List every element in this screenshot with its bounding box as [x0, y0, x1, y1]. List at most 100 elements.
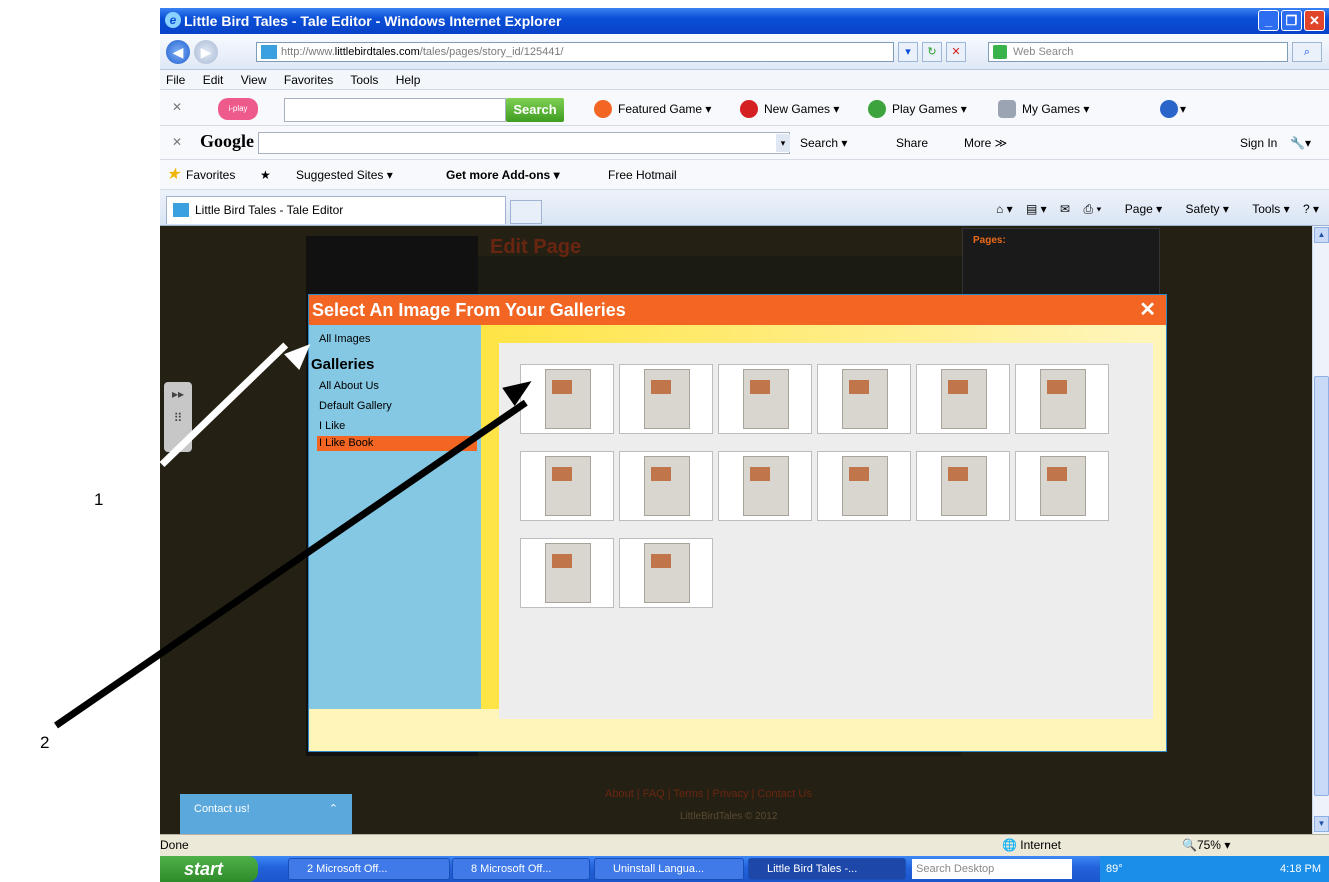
new-games-menu[interactable]: New Games ▾ [740, 100, 839, 118]
desktop-search-input[interactable]: Search Desktop [912, 859, 1072, 879]
scroll-thumb[interactable] [1314, 376, 1329, 796]
gallery-default[interactable]: Default Gallery [319, 400, 392, 412]
minimize-button[interactable]: _ [1258, 10, 1279, 31]
page-menu[interactable]: Page ▾ [1115, 202, 1162, 216]
address-dropdown-icon[interactable]: ▾ [898, 42, 918, 62]
get-addons-menu[interactable]: Get more Add-ons ▾ [446, 166, 560, 184]
modal-title: Select An Image From Your Galleries [312, 300, 626, 320]
star-badge-icon [594, 100, 612, 118]
iplay-search-input[interactable] [284, 98, 506, 122]
title-bar[interactable]: e Little Bird Tales - Tale Editor - Wind… [160, 8, 1329, 34]
stop-icon[interactable]: ✕ [946, 42, 966, 62]
gallery-image-thumbnail[interactable] [1015, 451, 1109, 521]
menu-favorites[interactable]: Favorites [284, 73, 333, 87]
sign-in-button[interactable]: Sign In [1240, 134, 1277, 152]
my-games-menu[interactable]: My Games ▾ [998, 100, 1089, 118]
forward-arrow-icon[interactable]: ▶ [194, 40, 218, 64]
tools-menu[interactable]: Tools ▾ [1242, 202, 1289, 216]
gallery-image-thumbnail[interactable] [817, 451, 911, 521]
play-games-menu[interactable]: Play Games ▾ [868, 100, 967, 118]
window-controls: _ ❐ ✕ [1258, 10, 1325, 31]
menu-view[interactable]: View [241, 73, 267, 87]
menu-tools[interactable]: Tools [350, 73, 378, 87]
gallery-image-thumbnail[interactable] [619, 538, 713, 608]
window-title: Little Bird Tales - Tale Editor - Window… [184, 13, 562, 29]
tab-little-bird-tales[interactable]: Little Bird Tales - Tale Editor [166, 196, 506, 224]
search-go-icon[interactable]: ⌕ [1292, 42, 1322, 62]
help-menu[interactable]: ▾ [1160, 100, 1186, 118]
zoom-control[interactable]: 🔍75% ▾ [1182, 835, 1230, 855]
help-circle-icon[interactable]: ? ▾ [1303, 202, 1319, 216]
drawing-mark [651, 467, 671, 481]
mail-icon[interactable]: ✉ [1060, 202, 1070, 216]
all-images-link[interactable]: All Images [319, 333, 370, 345]
gallery-image-thumbnail[interactable] [916, 364, 1010, 434]
address-input[interactable]: http://www.littlebirdtales.com/tales/pag… [256, 42, 894, 62]
gallery-image-thumbnail[interactable] [520, 451, 614, 521]
home-icon[interactable]: ⌂ ▾ [996, 202, 1013, 216]
contact-us-button[interactable]: Contact us! ⌃ [180, 794, 352, 834]
google-search-input[interactable] [258, 132, 790, 154]
modal-close-icon[interactable]: ✕ [1139, 295, 1156, 325]
safety-menu[interactable]: Safety ▾ [1176, 202, 1229, 216]
play-games-label: Play Games [892, 102, 958, 116]
gallery-image-thumbnail[interactable] [619, 451, 713, 521]
free-hotmail-label: Free Hotmail [608, 168, 677, 182]
menu-edit[interactable]: Edit [203, 73, 224, 87]
favorites-button[interactable]: ★ Favorites [166, 166, 235, 184]
suggested-sites-menu[interactable]: Suggested Sites ▾ [296, 166, 393, 184]
footer-copyright: LittleBirdTales © 2012 [680, 811, 778, 822]
google-dropdown-icon[interactable]: ▾ [776, 134, 790, 152]
gallery-image-thumbnail[interactable] [916, 451, 1010, 521]
start-button[interactable]: start [160, 856, 258, 882]
free-hotmail-link[interactable]: Free Hotmail [608, 166, 677, 184]
gallery-image-thumbnail[interactable] [718, 364, 812, 434]
menu-help[interactable]: Help [396, 73, 421, 87]
gallery-image-thumbnail[interactable] [718, 451, 812, 521]
drawing-image [644, 369, 690, 429]
maximize-button[interactable]: ❐ [1281, 10, 1302, 31]
ie-window: e Little Bird Tales - Tale Editor - Wind… [160, 8, 1329, 882]
iplay-search-button[interactable]: Search [506, 98, 564, 122]
featured-game-menu[interactable]: Featured Game ▾ [594, 100, 711, 118]
drawing-mark [948, 380, 968, 394]
drawing-mark [651, 380, 671, 394]
close-window-button[interactable]: ✕ [1304, 10, 1325, 31]
task-uninstall-language[interactable]: Uninstall Langua... [594, 858, 744, 880]
scroll-down-icon[interactable]: ▼ [1314, 816, 1329, 832]
wrench-icon[interactable]: 🔧▾ [1290, 134, 1311, 152]
close-toolbar-icon[interactable]: ✕ [172, 100, 182, 114]
google-logo[interactable]: Google [200, 131, 254, 152]
feeds-icon[interactable]: ▤ ▾ [1026, 202, 1047, 216]
back-arrow-icon[interactable]: ◀ [166, 40, 190, 64]
print-icon[interactable]: ⎙ ▾ [1083, 202, 1101, 216]
footer-links[interactable]: About | FAQ | Terms | Privacy | Contact … [605, 788, 812, 800]
web-search-input[interactable]: Web Search [988, 42, 1288, 62]
gallery-image-thumbnail[interactable] [520, 538, 614, 608]
gallery-image-thumbnail[interactable] [520, 364, 614, 434]
task-little-bird-tales[interactable]: Little Bird Tales -... [748, 858, 906, 880]
vertical-scrollbar[interactable]: ▲ ▼ [1312, 226, 1329, 834]
drawing-mark [552, 380, 572, 394]
scroll-up-icon[interactable]: ▲ [1314, 227, 1329, 243]
more-button[interactable]: More ≫ [964, 134, 1007, 152]
close-google-toolbar-icon[interactable]: ✕ [172, 135, 182, 149]
gallery-image-thumbnail[interactable] [817, 364, 911, 434]
safety-label: Safety [1185, 202, 1220, 216]
new-tab-button[interactable] [510, 200, 542, 224]
gallery-i-like[interactable]: I Like [319, 420, 345, 432]
add-favorites-icon[interactable]: ★ [260, 166, 271, 184]
refresh-icon[interactable]: ↻ [922, 42, 942, 62]
menu-file[interactable]: File [166, 73, 185, 87]
task-microsoft-office-1[interactable]: 2 Microsoft Off... [288, 858, 450, 880]
tray-clock: 4:18 PM [1280, 863, 1321, 875]
gallery-image-thumbnail[interactable] [1015, 364, 1109, 434]
gallery-all-about-us[interactable]: All About Us [319, 380, 379, 392]
menu-bar: File Edit View Favorites Tools Help [160, 70, 1329, 90]
share-button[interactable]: Share [896, 134, 928, 152]
google-search-button[interactable]: Search ▾ [800, 134, 847, 152]
task-microsoft-office-2[interactable]: 8 Microsoft Off... [452, 858, 590, 880]
gallery-image-thumbnail[interactable] [619, 364, 713, 434]
iplay-logo[interactable]: i-play [218, 98, 258, 120]
url-prefix: http://www. [281, 46, 335, 58]
